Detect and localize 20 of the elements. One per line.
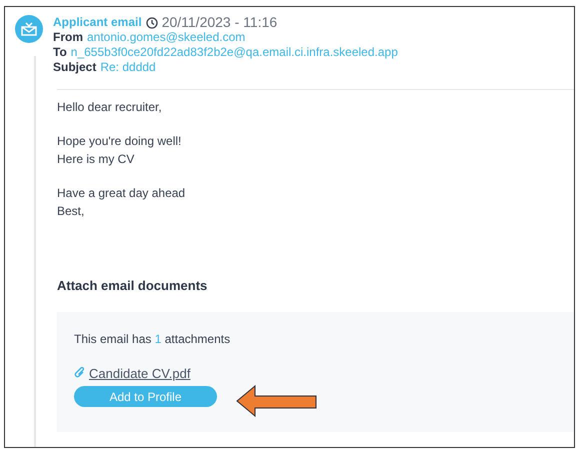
body-line: Best, xyxy=(57,203,84,220)
email-datetime: 20/11/2023 - 11:16 xyxy=(162,15,278,30)
field-value[interactable]: antonio.gomes@skeeled.com xyxy=(87,30,246,45)
attachments-summary: This email has 1 attachments xyxy=(74,330,230,348)
section-heading: Attach email documents xyxy=(57,277,208,295)
field-value[interactable]: n_655b3f0ce20fd22ad83f2b2e@qa.email.ci.infra.skeeled.app xyxy=(70,45,398,60)
email-type: Applicant email xyxy=(53,15,142,30)
clock-icon xyxy=(146,16,158,28)
field-label: From xyxy=(53,30,83,45)
body-line: Have a great day ahead xyxy=(57,185,186,202)
add-to-profile-button[interactable]: Add to Profile xyxy=(74,386,217,407)
field-label: Subject xyxy=(53,60,96,75)
body-line: Hope you're doing well! xyxy=(57,133,182,150)
attachment-link[interactable]: Candidate CV.pdf xyxy=(89,364,190,383)
envelope-icon xyxy=(15,15,43,43)
body-line: Hello dear recruiter, xyxy=(57,99,162,116)
field-label: To xyxy=(53,45,67,60)
field-value[interactable]: Re: ddddd xyxy=(100,60,156,75)
paperclip-icon xyxy=(74,367,86,380)
body-line: Here is my CV xyxy=(57,151,134,168)
